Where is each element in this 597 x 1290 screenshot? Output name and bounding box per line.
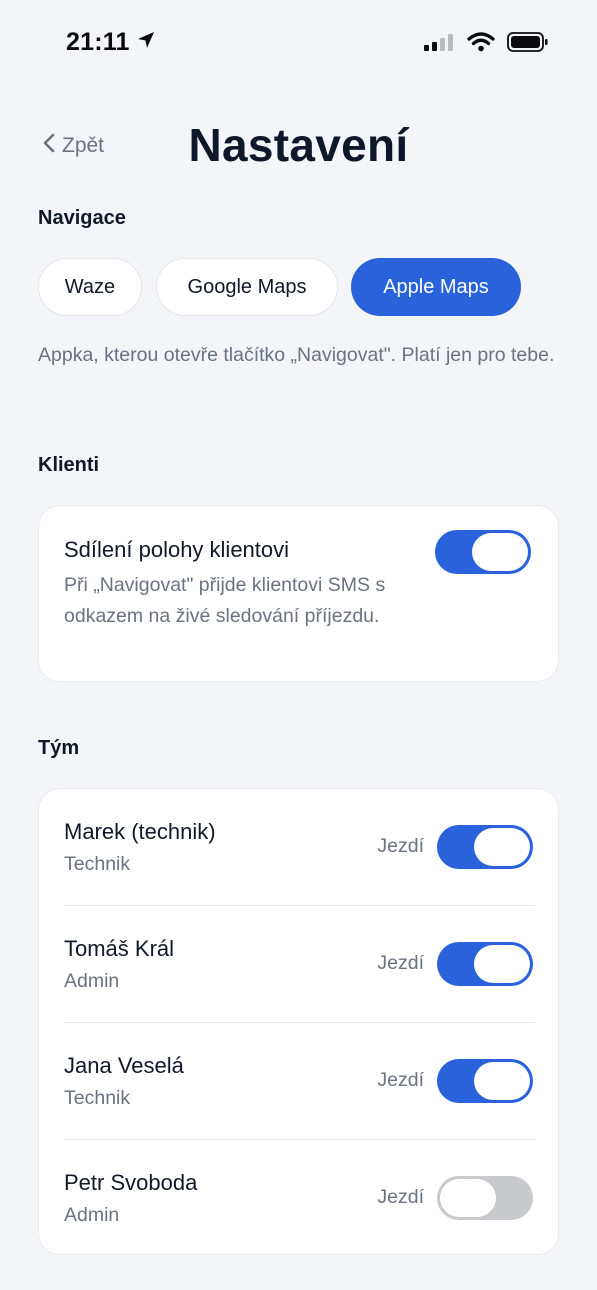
member-role: Technik xyxy=(64,1087,131,1109)
client-location-card: Sdílení polohy klientovi Při „Navigovat"… xyxy=(38,505,559,682)
toggle-knob xyxy=(474,1062,530,1100)
nav-option-label: Apple Maps xyxy=(383,275,489,298)
nav-option-apple-maps[interactable]: Apple Maps xyxy=(351,258,521,316)
member-drives-label: Jezdí xyxy=(377,1186,424,1208)
member-drives-label: Jezdí xyxy=(377,835,424,857)
toggle-knob xyxy=(440,1179,496,1217)
section-label-navigation: Navigace xyxy=(38,207,126,229)
status-icons xyxy=(423,31,549,58)
member-drives-label: Jezdí xyxy=(377,952,424,974)
navigation-helper-text: Appka, kterou otevře tlačítko „Navigovat… xyxy=(38,344,555,366)
nav-option-google-maps[interactable]: Google Maps xyxy=(156,258,338,316)
member-name: Tomáš Král xyxy=(64,936,175,961)
team-card: Marek (technik) Technik Jezdí Tomáš Král… xyxy=(38,788,559,1255)
wifi-icon xyxy=(467,32,495,57)
nav-option-label: Google Maps xyxy=(187,275,307,298)
nav-option-waze[interactable]: Waze xyxy=(38,258,142,316)
member-name: Petr Svoboda xyxy=(64,1170,198,1195)
location-sharing-toggle[interactable] xyxy=(435,530,531,574)
location-arrow-icon xyxy=(136,28,156,57)
nav-option-label: Waze xyxy=(64,275,116,298)
toggle-knob xyxy=(474,828,530,866)
team-member-row: Marek (technik) Technik Jezdí xyxy=(39,789,560,906)
member-drives-toggle[interactable] xyxy=(437,1059,533,1103)
member-role: Technik xyxy=(64,853,131,875)
team-member-row: Tomáš Král Admin Jezdí xyxy=(39,906,560,1023)
member-role: Admin xyxy=(64,970,120,992)
section-label-clients: Klienti xyxy=(38,454,100,476)
member-name: Marek (technik) xyxy=(64,819,216,844)
member-role: Admin xyxy=(64,1204,120,1226)
member-drives-toggle[interactable] xyxy=(437,1176,533,1220)
battery-icon xyxy=(507,31,549,58)
team-member-row: Petr Svoboda Admin Jezdí xyxy=(39,1140,560,1257)
location-sharing-description: Při „Navigovat" přijde klientovi SMS s o… xyxy=(64,574,386,627)
status-bar: 21:11 xyxy=(0,0,597,86)
member-name: Jana Veselá xyxy=(64,1053,184,1078)
member-drives-toggle[interactable] xyxy=(437,825,533,869)
member-drives-label: Jezdí xyxy=(377,1069,424,1091)
status-time-group: 21:11 xyxy=(66,28,156,57)
team-member-row: Jana Veselá Technik Jezdí xyxy=(39,1023,560,1140)
toggle-knob xyxy=(474,945,530,983)
cellular-signal-icon xyxy=(423,32,455,57)
nav-header: Zpět Nastavení xyxy=(0,110,597,182)
page-title: Nastavení xyxy=(188,119,409,171)
member-drives-toggle[interactable] xyxy=(437,942,533,986)
section-label-team: Tým xyxy=(38,737,80,759)
location-sharing-title: Sdílení polohy klientovi xyxy=(64,537,290,562)
toggle-knob xyxy=(472,533,528,571)
status-time: 21:11 xyxy=(66,28,130,56)
